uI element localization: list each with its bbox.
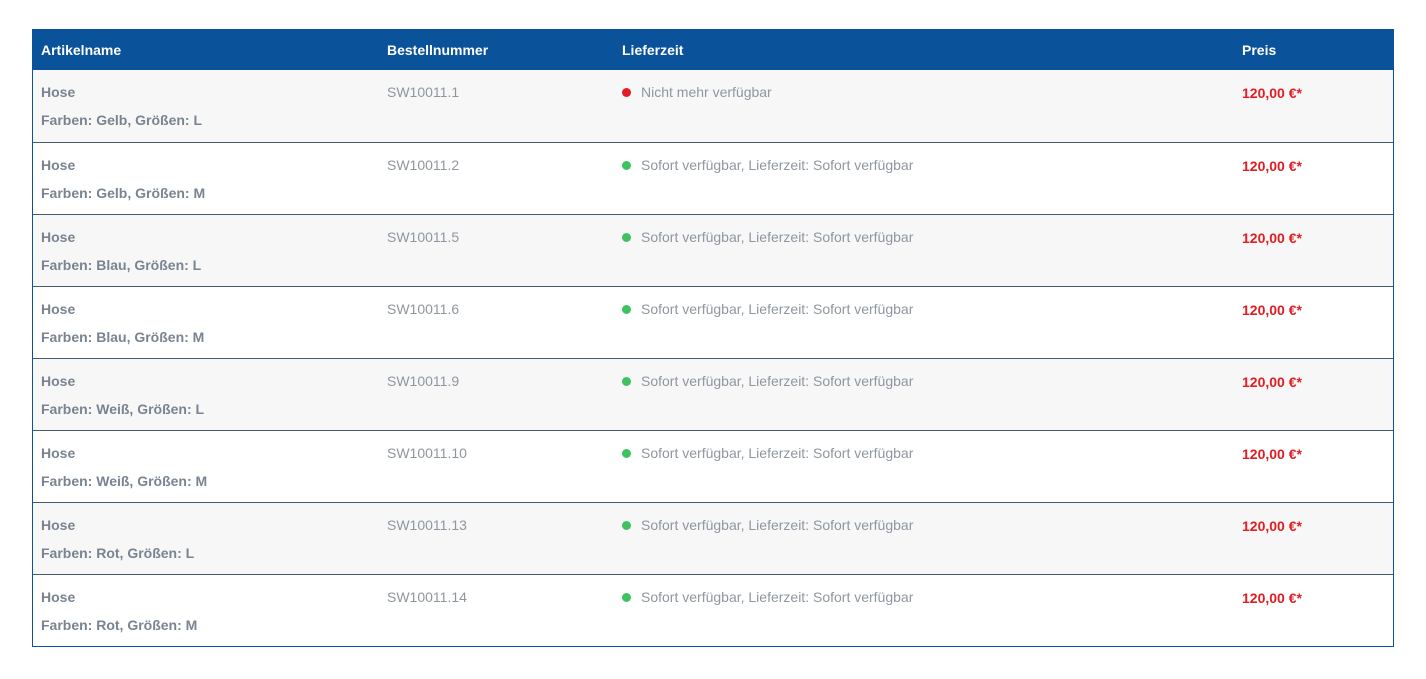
product-name[interactable]: Hose bbox=[41, 84, 75, 100]
product-options: Farben: Weiß, Größen: L bbox=[41, 401, 205, 417]
price-cell: 120,00 €* bbox=[1242, 158, 1302, 174]
table-row: Hose Farben: Weiß, Größen: M SW10011.10 Sof… bbox=[33, 430, 1393, 502]
status-dot-icon bbox=[622, 376, 631, 386]
product-options: Farben: Weiß, Größen: M bbox=[41, 473, 208, 489]
table-row: Hose Farben: Gelb, Größen: M SW10011.2 Sofo… bbox=[33, 142, 1393, 214]
table-row: Hose Farben: Rot, Größen: M SW10011.14 Sofo… bbox=[33, 574, 1393, 646]
status-dot-icon bbox=[622, 520, 631, 530]
delivery-cell: Sofort verfügbar, Lieferzeit: Sofort ver… bbox=[622, 157, 913, 173]
price-cell: 120,00 €* bbox=[1242, 518, 1302, 534]
product-options: Farben: Blau, Größen: M bbox=[41, 329, 205, 345]
product-name[interactable]: Hose bbox=[41, 301, 75, 317]
product-options: Farben: Rot, Größen: L bbox=[41, 545, 195, 561]
sku-cell: SW10011.1 bbox=[387, 84, 460, 100]
delivery-cell: Sofort verfügbar, Lieferzeit: Sofort ver… bbox=[622, 373, 913, 389]
product-name[interactable]: Hose bbox=[41, 445, 75, 461]
product-name-cell: Hose Farben: Weiß, Größen: M bbox=[41, 445, 207, 489]
delivery-cell: Sofort verfügbar, Lieferzeit: Sofort ver… bbox=[622, 517, 913, 533]
product-name-cell: Hose Farben: Gelb, Größen: L bbox=[41, 84, 202, 128]
delivery-text: Sofort verfügbar, Lieferzeit: Sofort ver… bbox=[641, 589, 914, 605]
delivery-text: Sofort verfügbar, Lieferzeit: Sofort ver… bbox=[641, 301, 914, 317]
sku-cell: SW10011.10 bbox=[387, 445, 467, 461]
table-row: Hose Farben: Blau, Größen: L SW10011.5 Sofo… bbox=[33, 214, 1393, 286]
column-header-name: Artikelname bbox=[41, 42, 122, 58]
status-dot-icon bbox=[622, 448, 631, 458]
delivery-cell: Nicht mehr verfügbar bbox=[622, 84, 772, 100]
product-name[interactable]: Hose bbox=[41, 229, 75, 245]
status-dot-icon bbox=[622, 232, 631, 242]
price-cell: 120,00 €* bbox=[1242, 590, 1302, 606]
product-name[interactable]: Hose bbox=[41, 157, 75, 173]
product-name-cell: Hose Farben: Rot, Größen: L bbox=[41, 517, 194, 561]
delivery-text: Sofort verfügbar, Lieferzeit: Sofort ver… bbox=[641, 229, 914, 245]
product-options: Farben: Blau, Größen: L bbox=[41, 257, 202, 273]
product-options: Farben: Rot, Größen: M bbox=[41, 617, 198, 633]
price-cell: 120,00 €* bbox=[1242, 302, 1302, 318]
table-row: Hose Farben: Weiß, Größen: L SW10011.9 Sofo… bbox=[33, 358, 1393, 430]
delivery-cell: Sofort verfügbar, Lieferzeit: Sofort ver… bbox=[622, 589, 913, 605]
price-cell: 120,00 €* bbox=[1242, 85, 1302, 101]
sku-cell: SW10011.9 bbox=[387, 373, 460, 389]
product-name-cell: Hose Farben: Gelb, Größen: M bbox=[41, 157, 205, 201]
status-dot-icon bbox=[622, 304, 631, 314]
product-name-cell: Hose Farben: Blau, Größen: M bbox=[41, 301, 204, 345]
price-cell: 120,00 €* bbox=[1242, 446, 1302, 462]
column-header-sku: Bestellnummer bbox=[387, 42, 489, 58]
status-dot-icon bbox=[622, 160, 631, 170]
delivery-text: Sofort verfügbar, Lieferzeit: Sofort ver… bbox=[641, 373, 914, 389]
table-row: Hose Farben: Gelb, Größen: L SW10011.1 Nich… bbox=[33, 70, 1393, 142]
table-row: Hose Farben: Rot, Größen: L SW10011.13 Sofo… bbox=[33, 502, 1393, 574]
sku-cell: SW10011.6 bbox=[387, 301, 460, 317]
sku-cell: SW10011.13 bbox=[387, 517, 467, 533]
sku-cell: SW10011.2 bbox=[387, 157, 460, 173]
delivery-cell: Sofort verfügbar, Lieferzeit: Sofort ver… bbox=[622, 445, 913, 461]
price-cell: 120,00 €* bbox=[1242, 230, 1302, 246]
product-name-cell: Hose Farben: Rot, Größen: M bbox=[41, 589, 197, 633]
product-name[interactable]: Hose bbox=[41, 589, 75, 605]
delivery-text: Sofort verfügbar, Lieferzeit: Sofort ver… bbox=[641, 445, 914, 461]
product-options: Farben: Gelb, Größen: L bbox=[41, 112, 203, 128]
delivery-text: Nicht mehr verfügbar bbox=[641, 84, 772, 100]
variant-table: Artikelname Bestellnummer Lieferzeit Pre… bbox=[32, 29, 1394, 647]
delivery-text: Sofort verfügbar, Lieferzeit: Sofort ver… bbox=[641, 157, 914, 173]
status-dot-icon bbox=[622, 87, 631, 97]
delivery-text: Sofort verfügbar, Lieferzeit: Sofort ver… bbox=[641, 517, 914, 533]
product-name[interactable]: Hose bbox=[41, 517, 75, 533]
sku-cell: SW10011.14 bbox=[387, 589, 467, 605]
product-options: Farben: Gelb, Größen: M bbox=[41, 185, 206, 201]
table-row: Hose Farben: Blau, Größen: M SW10011.6 Sofo… bbox=[33, 286, 1393, 358]
column-header-price: Preis bbox=[1242, 42, 1277, 58]
delivery-cell: Sofort verfügbar, Lieferzeit: Sofort ver… bbox=[622, 301, 913, 317]
delivery-cell: Sofort verfügbar, Lieferzeit: Sofort ver… bbox=[622, 229, 913, 245]
product-name[interactable]: Hose bbox=[41, 373, 75, 389]
table-body: Hose Farben: Gelb, Größen: L SW10011.1 Nich… bbox=[33, 70, 1393, 646]
table-header: Artikelname Bestellnummer Lieferzeit Pre… bbox=[33, 29, 1393, 70]
product-name-cell: Hose Farben: Weiß, Größen: L bbox=[41, 373, 204, 417]
sku-cell: SW10011.5 bbox=[387, 229, 460, 245]
status-dot-icon bbox=[622, 592, 631, 602]
price-cell: 120,00 €* bbox=[1242, 374, 1302, 390]
column-header-delivery: Lieferzeit bbox=[622, 42, 684, 58]
product-name-cell: Hose Farben: Blau, Größen: L bbox=[41, 229, 201, 273]
